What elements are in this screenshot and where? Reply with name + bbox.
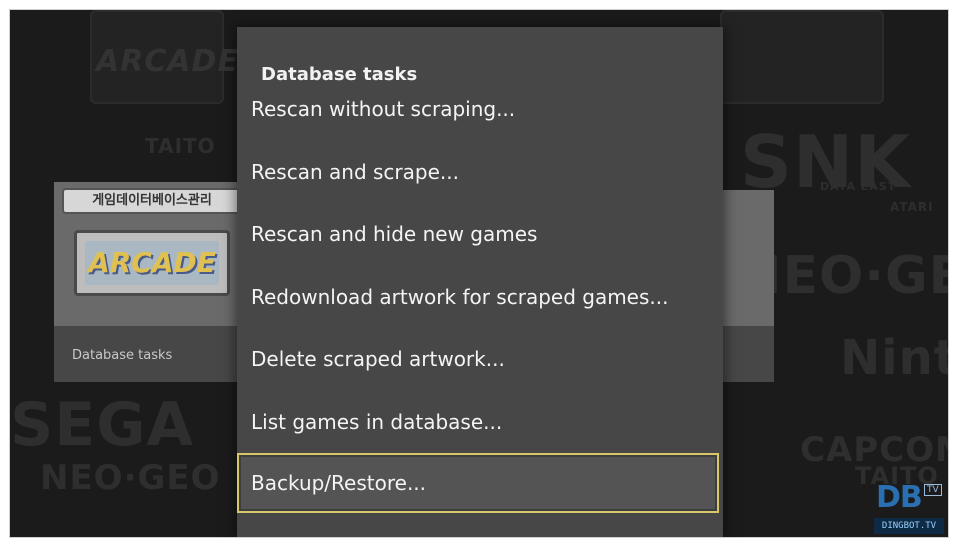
background-cabinet (720, 10, 884, 104)
watermark-logo: DB TV DINGBOT.TV (874, 480, 944, 537)
background-brand: SEGA (10, 390, 194, 460)
dialog-title: Database tasks (261, 64, 418, 85)
watermark-site: DINGBOT.TV (874, 518, 944, 534)
cabinet-screen: ARCADE (74, 230, 230, 296)
background-brand: NEO·GEO (40, 458, 221, 498)
arcade-logo: ARCADE (85, 241, 219, 285)
menu-item-label: Backup/Restore... (251, 471, 427, 495)
card-label: Database tasks (72, 348, 173, 363)
menu-item-delete-artwork[interactable]: Delete scraped artwork... (251, 347, 505, 371)
background-brand: TAITO (145, 134, 216, 158)
menu-item-redownload-artwork[interactable]: Redownload artwork for scraped games... (251, 285, 668, 309)
background-brand: Nintendo (840, 330, 948, 386)
screen-frame: ARCADE SNK TAITO NEO·GEO DATA EAST Ninte… (10, 10, 948, 537)
cabinet-artwork (720, 190, 774, 326)
cabinet-artwork: 게임데이터베이스관리 ARCADE (54, 182, 248, 326)
background-brand: ARCADE (96, 44, 239, 79)
watermark-tv-badge: TV (924, 484, 942, 496)
watermark-db: DB (876, 480, 923, 515)
database-tasks-dialog: Database tasks Rescan without scraping..… (237, 27, 723, 537)
system-card-database[interactable]: 게임데이터베이스관리 ARCADE Database tasks (54, 182, 248, 382)
menu-item-rescan-without-scraping[interactable]: Rescan without scraping... (251, 97, 515, 121)
menu-item-backup-restore[interactable]: Backup/Restore... (237, 453, 719, 513)
background-brand: ATARI (890, 200, 934, 214)
system-card-partial[interactable] (720, 190, 774, 382)
menu-item-rescan-and-scrape[interactable]: Rescan and scrape... (251, 160, 459, 184)
menu-item-rescan-hide-new[interactable]: Rescan and hide new games (251, 222, 537, 246)
menu-item-list-games[interactable]: List games in database... (251, 410, 502, 434)
cabinet-marquee: 게임데이터베이스관리 (62, 188, 242, 214)
background-brand: DATA EAST (820, 180, 897, 193)
